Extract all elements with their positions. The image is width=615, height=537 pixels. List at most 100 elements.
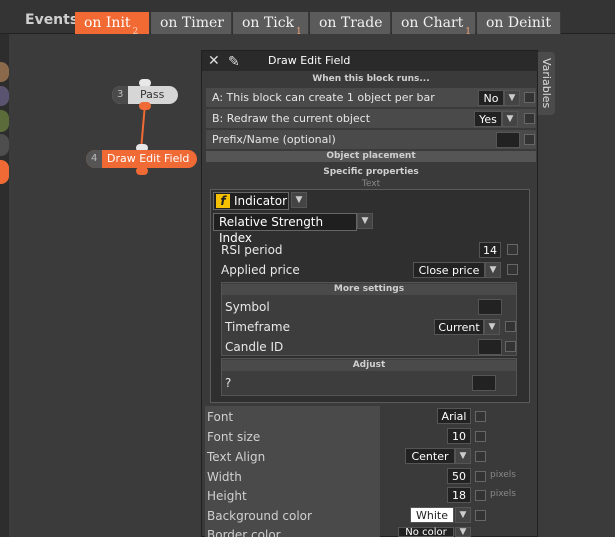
background-color-checkbox[interactable] — [475, 510, 486, 521]
timeframe-row: Timeframe Current ▼ — [222, 317, 516, 337]
redraw-label: B: Redraw the current object — [212, 112, 371, 125]
applied-price-checkbox[interactable] — [507, 264, 518, 275]
redraw-select[interactable]: Yes — [474, 111, 502, 127]
category-chip[interactable] — [0, 62, 9, 82]
width-unit: pixels — [490, 470, 516, 480]
section-when-runs: When this block runs... — [312, 74, 430, 84]
pin-icon[interactable]: ✎ — [228, 52, 240, 72]
text-align-label: Text Align — [207, 450, 266, 464]
pass-node-number: 3 — [117, 89, 124, 100]
section-object-placement[interactable]: Object placement — [206, 151, 536, 162]
panel-title: Draw Edit Field — [268, 54, 351, 67]
output-port[interactable] — [139, 102, 151, 110]
rsi-period-input[interactable]: 14 — [479, 242, 501, 258]
chevron-down-icon[interactable]: ▼ — [455, 448, 471, 464]
timeframe-select[interactable]: Current — [434, 319, 484, 335]
output-port[interactable] — [136, 167, 148, 175]
text-align-select[interactable]: Center — [405, 448, 455, 464]
prefix-row: Prefix/Name (optional) — [206, 130, 536, 150]
adjust-input[interactable] — [472, 375, 496, 391]
category-chip[interactable] — [0, 134, 9, 156]
create-object-checkbox[interactable] — [524, 92, 535, 103]
chevron-down-icon[interactable]: ▼ — [504, 90, 520, 106]
chevron-down-icon[interactable]: ▼ — [502, 111, 518, 127]
indicator-select[interactable]: Relative Strength Index — [213, 213, 357, 245]
font-size-label: Font size — [207, 430, 261, 444]
text-align-checkbox[interactable] — [475, 451, 486, 462]
variables-tab[interactable]: Variables — [538, 52, 555, 115]
create-object-row: A: This block can create 1 object per ba… — [206, 88, 536, 108]
more-settings-header[interactable]: More settings — [222, 284, 516, 295]
border-color-label: Border color — [207, 528, 281, 537]
panel-title-bar[interactable]: ✕ ✎ Draw Edit Field — [202, 51, 539, 71]
tab-on-trade[interactable]: on Trade — [310, 12, 391, 34]
chevron-down-icon[interactable]: ▼ — [455, 507, 471, 523]
applied-price-select[interactable]: Close price — [413, 262, 485, 278]
font-input[interactable]: Arial — [437, 408, 471, 424]
timeframe-checkbox[interactable] — [505, 321, 516, 332]
redraw-checkbox[interactable] — [524, 113, 535, 124]
tab-on-init[interactable]: on Init2 — [75, 12, 150, 37]
adjust-box: Adjust ? — [221, 358, 517, 396]
width-input[interactable]: 50 — [447, 468, 471, 484]
tab-on-tick[interactable]: on Tick1 — [233, 12, 309, 37]
background-color-label: Background color — [207, 509, 312, 523]
symbol-input[interactable] — [478, 299, 502, 315]
height-unit: pixels — [490, 489, 516, 499]
height-checkbox[interactable] — [475, 490, 486, 501]
category-chip[interactable] — [0, 110, 9, 132]
category-chip[interactable] — [0, 160, 9, 184]
height-label: Height — [207, 489, 247, 503]
candle-id-checkbox[interactable] — [505, 341, 516, 352]
symbol-row: Symbol — [222, 297, 516, 317]
tab-on-chart[interactable]: on Chart1 — [392, 12, 476, 37]
tab-on-deinit[interactable]: on Deinit — [477, 12, 561, 34]
chevron-down-icon[interactable]: ▼ — [485, 262, 501, 278]
more-settings-box: More settings Symbol Timeframe Current ▼… — [221, 282, 517, 356]
draw-node-number: 4 — [91, 153, 98, 164]
section-specific-properties: Specific properties — [323, 167, 419, 177]
left-sidebar-strip — [0, 34, 9, 537]
create-object-select[interactable]: No — [478, 90, 504, 106]
indicator-button-label: Indicator — [234, 194, 288, 208]
draw-edit-field-node[interactable]: Draw Edit Field — [86, 150, 197, 168]
chevron-down-icon[interactable]: ▼ — [357, 213, 373, 229]
applied-price-row: Applied price Close price ▼ — [211, 260, 531, 280]
prefix-checkbox[interactable] — [524, 134, 535, 145]
prefix-label: Prefix/Name (optional) — [212, 133, 336, 146]
indicator-box: f Indicator ▼ Relative Strength Index ▼ … — [210, 189, 530, 403]
rsi-period-row: RSI period 14 — [211, 240, 531, 260]
tab-on-timer[interactable]: on Timer — [151, 12, 232, 34]
close-icon[interactable]: ✕ — [208, 51, 220, 71]
symbol-label: Symbol — [225, 300, 270, 314]
category-chip[interactable] — [0, 86, 9, 106]
adjust-row: ? — [222, 373, 516, 393]
height-input[interactable]: 18 — [447, 487, 471, 503]
prefix-input[interactable] — [496, 132, 520, 148]
border-color-select[interactable]: No color — [398, 527, 454, 537]
candle-id-label: Candle ID — [225, 340, 284, 354]
applied-price-label: Applied price — [221, 263, 300, 277]
chevron-down-icon[interactable]: ▼ — [291, 192, 307, 208]
rsi-period-label: RSI period — [221, 243, 283, 257]
chevron-down-icon[interactable]: ▼ — [455, 527, 471, 537]
chevron-down-icon[interactable]: ▼ — [484, 319, 500, 335]
events-label: Events — [25, 12, 79, 28]
candle-id-row: Candle ID — [222, 337, 516, 357]
font-label: Font — [207, 410, 234, 424]
width-label: Width — [207, 470, 242, 484]
font-size-checkbox[interactable] — [475, 431, 486, 442]
redraw-row: B: Redraw the current object Yes ▼ — [206, 109, 536, 129]
indicator-button[interactable]: f Indicator — [213, 192, 289, 210]
font-size-input[interactable]: 10 — [447, 428, 471, 444]
background-color-select[interactable]: White — [410, 507, 454, 523]
events-tab-bar: Events on Init2 on Timer on Tick1 on Tra… — [0, 0, 615, 37]
timeframe-label: Timeframe — [225, 320, 290, 334]
rsi-period-checkbox[interactable] — [507, 244, 518, 255]
adjust-label: ? — [225, 376, 232, 390]
width-checkbox[interactable] — [475, 471, 486, 482]
create-object-label: A: This block can create 1 object per ba… — [212, 91, 435, 104]
font-checkbox[interactable] — [475, 411, 486, 422]
candle-id-input[interactable] — [478, 339, 502, 355]
adjust-header[interactable]: Adjust — [222, 360, 516, 371]
